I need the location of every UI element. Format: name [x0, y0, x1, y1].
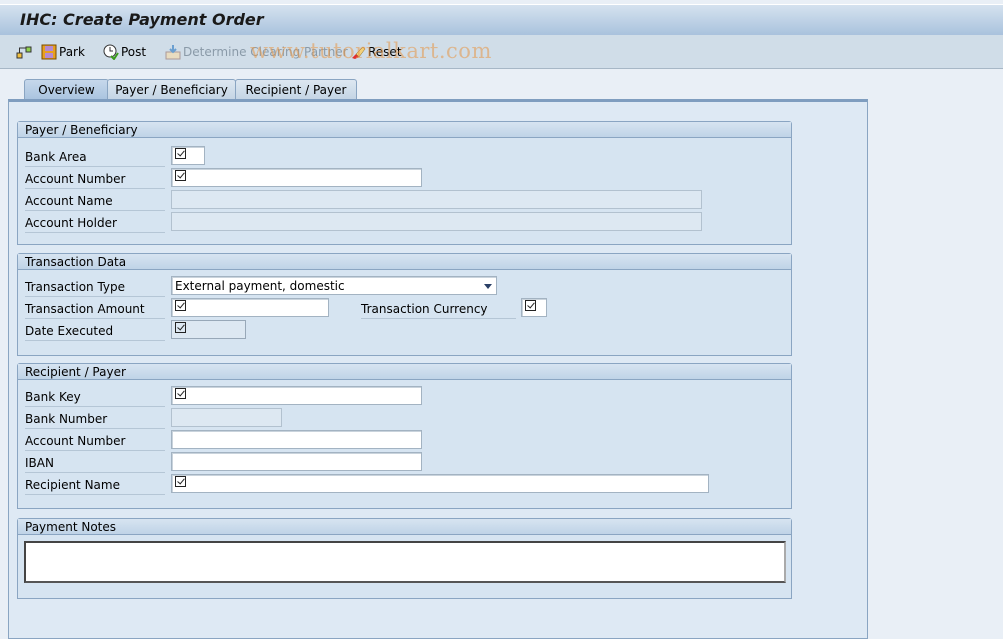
other-object-icon	[16, 44, 32, 60]
group-payment-notes: Payment Notes	[17, 518, 792, 599]
other-object-button[interactable]	[16, 44, 32, 60]
determine-clearing-partner-button[interactable]: Determine Clearing Partner	[165, 44, 348, 60]
required-icon	[175, 476, 186, 487]
transaction-type-label: Transaction Type	[25, 278, 165, 297]
reset-label: Reset	[368, 45, 402, 59]
transaction-currency-input[interactable]	[521, 298, 547, 317]
recipient-name-input[interactable]	[171, 474, 709, 493]
bank-area-label: Bank Area	[25, 148, 165, 167]
page-title: IHC: Create Payment Order	[20, 10, 264, 29]
payment-notes-textarea[interactable]	[24, 541, 786, 583]
recipient-account-number-input[interactable]	[171, 430, 422, 449]
group-title: Transaction Data	[18, 254, 791, 270]
park-label: Park	[59, 45, 85, 59]
account-number-input[interactable]	[171, 168, 422, 187]
bank-number-label: Bank Number	[25, 410, 165, 429]
group-title: Payer / Beneficiary	[18, 122, 791, 138]
tab-recipient-payer[interactable]: Recipient / Payer	[235, 79, 357, 100]
required-icon	[175, 148, 186, 159]
account-number-label: Account Number	[25, 170, 165, 189]
group-payer-beneficiary: Payer / Beneficiary Bank Area Account Nu…	[17, 121, 792, 245]
required-icon	[175, 300, 186, 311]
bank-key-input[interactable]	[171, 386, 422, 405]
group-recipient-payer: Recipient / Payer Bank Key Bank Number A…	[17, 363, 792, 509]
bank-number-input	[171, 408, 282, 427]
date-executed-label: Date Executed	[25, 322, 165, 341]
title-bar: IHC: Create Payment Order	[0, 4, 1003, 35]
recipient-account-number-label: Account Number	[25, 432, 165, 451]
transaction-amount-label: Transaction Amount	[25, 300, 165, 319]
determine-icon	[165, 44, 181, 60]
transaction-type-value: External payment, domestic	[175, 279, 345, 293]
date-executed-input[interactable]	[171, 320, 246, 339]
account-name-input	[171, 190, 702, 209]
recipient-name-label: Recipient Name	[25, 476, 165, 495]
account-name-label: Account Name	[25, 192, 165, 211]
park-button[interactable]: Park	[41, 44, 85, 60]
transaction-type-dropdown[interactable]: External payment, domestic	[171, 276, 497, 295]
post-button[interactable]: Post	[103, 44, 147, 61]
reset-button[interactable]: Reset	[350, 44, 402, 60]
iban-label: IBAN	[25, 454, 165, 473]
required-icon	[175, 322, 186, 333]
chevron-down-icon[interactable]	[484, 284, 492, 289]
tab-content: Payer / Beneficiary Bank Area Account Nu…	[8, 99, 868, 639]
post-icon	[103, 44, 119, 61]
application-toolbar: Park Post Determine Clearing Partner Res…	[0, 35, 1003, 69]
account-holder-input	[171, 212, 702, 231]
required-icon	[525, 300, 536, 311]
account-holder-label: Account Holder	[25, 214, 165, 233]
post-label: Post	[121, 45, 147, 59]
required-icon	[175, 388, 186, 399]
eraser-icon	[350, 44, 366, 60]
iban-input[interactable]	[171, 452, 422, 471]
group-title: Payment Notes	[18, 519, 791, 535]
transaction-amount-input[interactable]	[171, 298, 329, 317]
determine-label: Determine Clearing Partner	[183, 45, 348, 59]
group-title: Recipient / Payer	[18, 364, 791, 380]
group-transaction-data: Transaction Data Transaction Type Extern…	[17, 253, 792, 356]
tab-payer-beneficiary[interactable]: Payer / Beneficiary	[107, 79, 236, 100]
required-icon	[175, 170, 186, 181]
save-icon	[41, 44, 57, 60]
bank-key-label: Bank Key	[25, 388, 165, 407]
bank-area-input[interactable]	[171, 146, 205, 165]
tab-overview[interactable]: Overview	[24, 79, 109, 100]
transaction-currency-label: Transaction Currency	[361, 300, 516, 319]
